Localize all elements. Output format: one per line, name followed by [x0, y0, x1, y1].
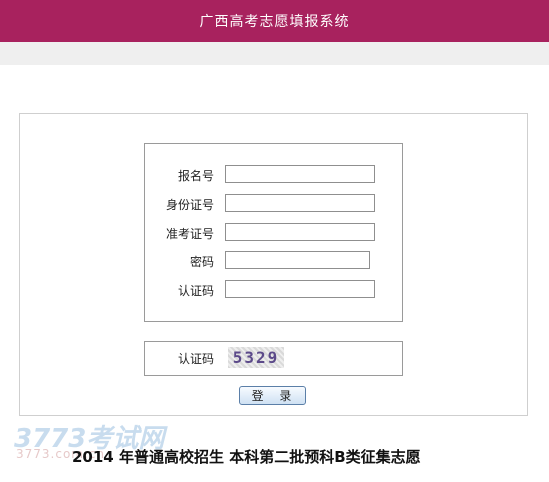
registration-number-label: 报名号 [177, 169, 214, 183]
captcha-box: 认证码 5329 [144, 341, 403, 376]
credentials-form: 报名号 身份证号 准考证号 密码 认证码 [144, 143, 403, 322]
captcha-code: 5329 [232, 348, 280, 367]
id-card-input[interactable] [225, 194, 375, 212]
login-button[interactable]: 登 录 [239, 386, 306, 405]
form-row-registration: 报名号 [145, 165, 402, 185]
sub-bar [0, 42, 549, 65]
admission-ticket-input[interactable] [225, 223, 375, 241]
form-row-admission-ticket: 准考证号 [145, 223, 402, 243]
admission-ticket-label: 准考证号 [165, 227, 214, 241]
captcha-image[interactable]: 5329 [228, 347, 284, 368]
page-title: 广西高考志愿填报系统 [199, 14, 350, 30]
form-row-verification-code: 认证码 [145, 280, 402, 300]
password-input[interactable] [225, 251, 370, 269]
verification-code-label: 认证码 [177, 284, 214, 298]
verification-code-input[interactable] [225, 280, 375, 298]
registration-number-input[interactable] [225, 165, 375, 183]
password-label: 密码 [189, 255, 214, 269]
announcement-banner: 2014 年普通高校招生 本科第二批预科B类征集志愿 [72, 448, 421, 466]
id-card-label: 身份证号 [165, 198, 214, 212]
form-row-password: 密码 [145, 251, 402, 271]
captcha-label: 认证码 [178, 352, 215, 366]
form-row-id-card: 身份证号 [145, 194, 402, 214]
header-bar: 广西高考志愿填报系统 [0, 0, 549, 42]
